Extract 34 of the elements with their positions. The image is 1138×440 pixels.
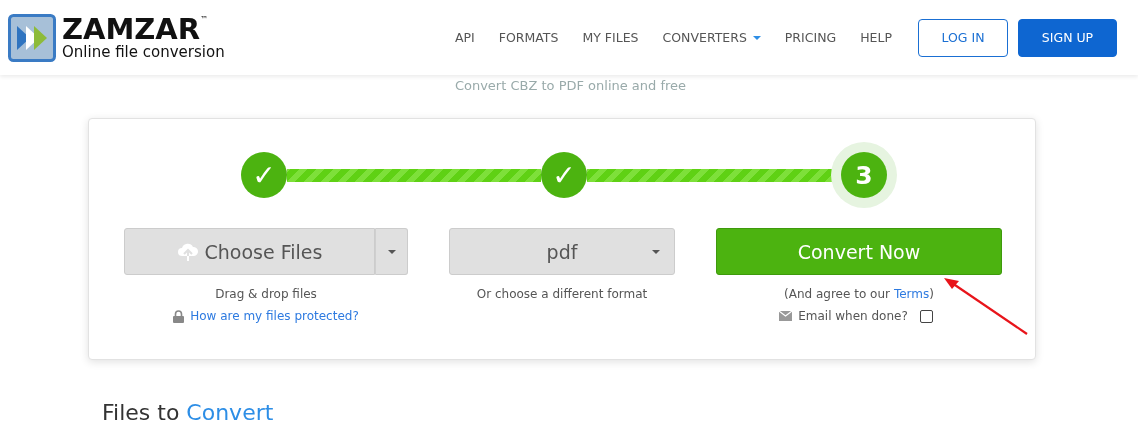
helper-text: Or choose a different format — [476, 287, 648, 301]
login-button[interactable]: LOG IN — [918, 18, 1008, 57]
nav-link[interactable]: HELP — [848, 30, 904, 45]
caret-icon — [387, 249, 396, 254]
email-option-label: Email when done? — [798, 309, 908, 323]
logo-icon — [8, 13, 56, 62]
choose-files-button[interactable]: Choose Files — [124, 228, 375, 275]
agree-text: (And agree to our — [784, 287, 890, 301]
logo-name: ZAMZAR — [62, 14, 201, 43]
step-marker: ✓ — [241, 152, 287, 198]
page-subtitle: Convert CBZ to PDF online and free — [454, 78, 687, 95]
caret-icon — [652, 250, 660, 254]
section-heading: Files to — [102, 400, 180, 425]
signup-button[interactable]: SIGN UP — [1018, 18, 1117, 57]
nav-link[interactable]: PRICING — [772, 30, 849, 45]
nav-link[interactable]: FORMATS — [486, 30, 571, 45]
files-protection-link[interactable]: How are my files protected? — [190, 309, 359, 323]
trademark: ™ — [200, 14, 209, 25]
nav-link[interactable]: CONVERTERS — [650, 30, 773, 45]
terms-link[interactable]: Terms — [893, 287, 930, 301]
logo-tagline: Online file conversion — [62, 42, 225, 61]
cloud-upload-icon — [176, 241, 199, 262]
dropdown-toggle[interactable] — [375, 228, 408, 275]
nav-link[interactable]: API — [443, 30, 487, 45]
email-checkbox[interactable] — [919, 309, 933, 323]
lock-icon — [173, 309, 185, 323]
helper-text: Drag & drop files — [215, 287, 317, 301]
format-select[interactable]: pdf — [449, 228, 675, 275]
envelope-icon — [779, 311, 793, 321]
agree-text-end: ) — [929, 287, 934, 301]
step-marker: ✓ — [541, 152, 587, 198]
section-heading-highlight: Convert — [186, 400, 274, 425]
caret-icon — [752, 35, 761, 40]
nav-link[interactable]: MY FILES — [570, 30, 651, 45]
